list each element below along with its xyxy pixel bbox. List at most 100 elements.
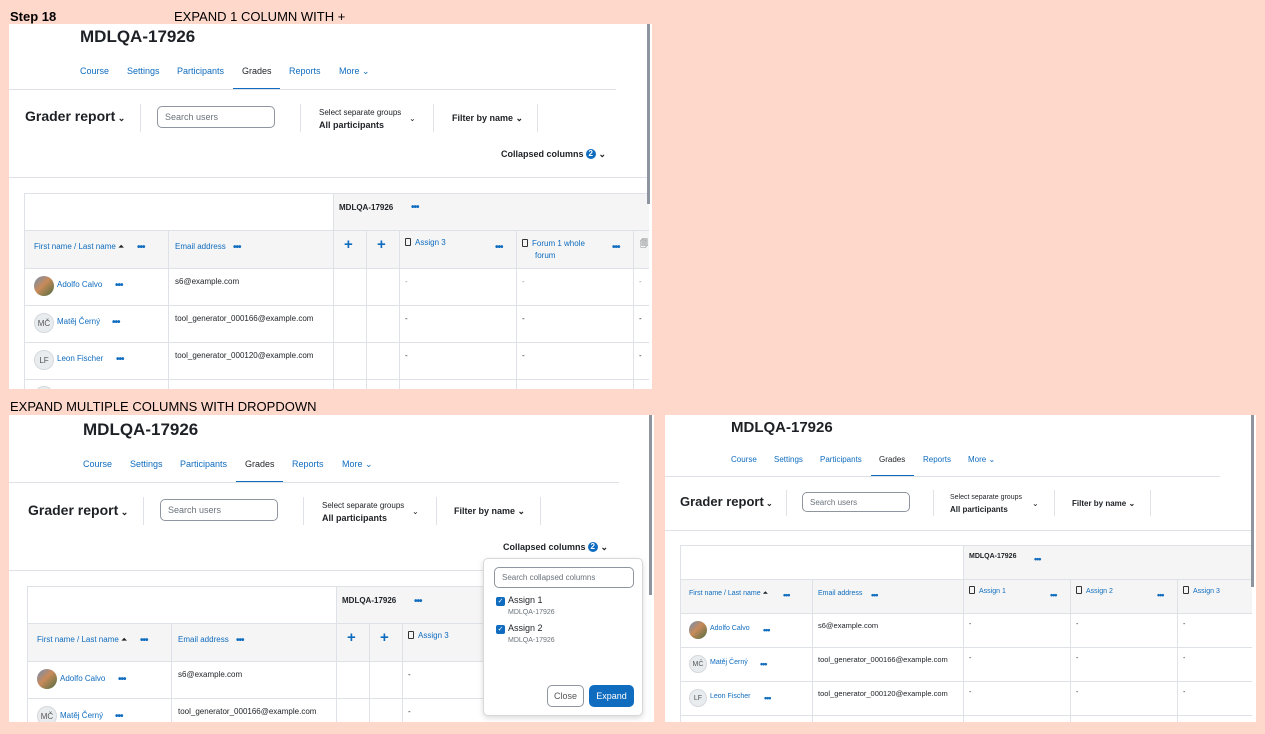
email-column-actions-icon[interactable]: ••• (233, 242, 241, 253)
search-users-input[interactable]: Search users (802, 492, 910, 512)
assign2-actions-icon[interactable]: ••• (1157, 590, 1165, 600)
name-column-actions-icon[interactable]: ••• (137, 242, 145, 253)
assign3-column-header[interactable]: Assign 3 (1183, 586, 1220, 595)
avatar[interactable] (34, 276, 54, 296)
grade-cell[interactable]: - (408, 707, 411, 716)
forum-actions-icon[interactable]: ••• (612, 242, 620, 253)
row-actions-icon[interactable]: ••• (115, 711, 123, 722)
nav-course[interactable]: Course (83, 459, 112, 469)
name-column-actions-icon[interactable]: ••• (140, 635, 148, 646)
report-selector[interactable]: Grader report ⌄ (680, 494, 773, 509)
expand-column-plus-icon[interactable]: + (344, 236, 353, 253)
search-users-input[interactable]: Search users (157, 106, 275, 128)
nav-grades[interactable]: Grades (245, 459, 275, 469)
search-users-input[interactable]: Search users (160, 499, 278, 521)
search-collapsed-columns-input[interactable]: Search collapsed columns (494, 567, 634, 588)
grade-cell[interactable]: - (1183, 655, 1185, 662)
grade-cell[interactable]: - (1076, 655, 1078, 662)
filter-by-name[interactable]: Filter by name ⌄ (452, 113, 523, 124)
expand-button[interactable]: Expand (589, 685, 634, 707)
nav-participants[interactable]: Participants (820, 455, 862, 464)
grade-cell[interactable]: - (1076, 689, 1078, 696)
nav-reports[interactable]: Reports (923, 455, 951, 464)
row-actions-icon[interactable]: ••• (118, 674, 126, 685)
row-actions-icon[interactable]: ••• (116, 354, 124, 365)
student-name-link[interactable]: Matěj Černý (60, 711, 103, 720)
email-column-actions-icon[interactable]: ••• (871, 590, 879, 600)
name-column-header[interactable]: First name / Last name ⏶ (689, 590, 768, 598)
avatar[interactable]: LF (689, 689, 707, 707)
name-column-actions-icon[interactable]: ••• (783, 590, 791, 600)
category-actions-icon[interactable]: ••• (411, 202, 419, 213)
grade-cell[interactable]: - (1076, 621, 1078, 628)
name-column-header[interactable]: First name / Last name ⏶ (34, 242, 124, 252)
nav-reports[interactable]: Reports (292, 459, 324, 469)
collapsed-columns-toggle[interactable]: Collapsed columns 2 ⌄ (501, 149, 606, 160)
student-name-link[interactable]: Adolfo Calvo (710, 625, 750, 632)
collapsed-columns-toggle[interactable]: Collapsed columns 2 ⌄ (503, 542, 608, 553)
assign2-checkbox[interactable]: ✓ (496, 625, 505, 634)
filter-by-name[interactable]: Filter by name ⌄ (454, 506, 525, 517)
avatar[interactable]: MČ (34, 313, 54, 333)
grade-cell[interactable]: - (1183, 621, 1185, 628)
chevron-down-icon[interactable]: ⌄ (409, 114, 416, 123)
grade-cell[interactable]: - (522, 351, 525, 360)
assign2-option-label[interactable]: Assign 2 (508, 623, 543, 633)
vertical-scrollbar[interactable] (647, 24, 650, 204)
avatar[interactable]: LF (34, 350, 54, 370)
email-column-header[interactable]: Email address (175, 242, 226, 251)
student-name-link[interactable]: Leon Fischer (57, 354, 103, 363)
nav-course[interactable]: Course (80, 66, 109, 76)
expand-column-plus-icon[interactable]: + (380, 629, 389, 646)
assign2-column-header[interactable]: Assign 2 (1076, 586, 1113, 595)
student-name-link[interactable]: Adolfo Calvo (57, 280, 102, 289)
nav-participants[interactable]: Participants (180, 459, 227, 469)
forum-column-header[interactable]: Forum 1 whole forum (522, 238, 585, 262)
category-actions-icon[interactable]: ••• (414, 596, 422, 607)
expand-column-plus-icon[interactable]: + (377, 236, 386, 253)
student-name-link[interactable]: Matěj Černý (57, 317, 100, 326)
grade-cell[interactable]: - (408, 670, 411, 679)
chevron-down-icon[interactable]: ⌄ (412, 507, 419, 516)
assign3-column-header[interactable]: Assign 3 (405, 238, 446, 247)
chevron-down-icon[interactable]: ⌄ (1032, 499, 1039, 508)
nav-settings[interactable]: Settings (127, 66, 160, 76)
student-name-link[interactable]: Matěj Černý (710, 659, 748, 666)
assign1-checkbox[interactable]: ✓ (496, 597, 505, 606)
grade-cell[interactable]: - (639, 314, 642, 323)
avatar[interactable]: MČ (37, 706, 57, 722)
grade-cell[interactable]: - (969, 621, 971, 628)
email-column-header[interactable]: Email address (178, 635, 229, 644)
row-actions-icon[interactable]: ••• (115, 280, 123, 291)
avatar[interactable]: MČ (689, 655, 707, 673)
email-column-header[interactable]: Email address (818, 590, 862, 597)
nav-more[interactable]: More ⌄ (339, 66, 370, 77)
report-selector[interactable]: Grader report ⌄ (25, 108, 125, 124)
expand-column-plus-icon[interactable]: + (347, 629, 356, 646)
grade-cell[interactable]: - (1183, 689, 1185, 696)
avatar[interactable] (37, 669, 57, 689)
category-actions-icon[interactable]: ••• (1034, 554, 1042, 564)
groups-selector[interactable]: All participants (319, 120, 384, 130)
assign1-column-header[interactable]: Assign 1 (969, 586, 1006, 595)
grade-cell[interactable]: - (405, 277, 408, 286)
grade-cell[interactable]: - (522, 277, 525, 286)
assign3-column-header[interactable]: Assign 3 (408, 631, 449, 640)
nav-settings[interactable]: Settings (774, 455, 803, 464)
student-name-link[interactable]: Adolfo Calvo (60, 674, 105, 683)
groups-selector[interactable]: All participants (950, 505, 1008, 514)
grade-cell[interactable]: - (969, 689, 971, 696)
groups-selector[interactable]: All participants (322, 513, 387, 523)
email-column-actions-icon[interactable]: ••• (236, 635, 244, 646)
nav-participants[interactable]: Participants (177, 66, 224, 76)
row-actions-icon[interactable]: ••• (763, 625, 771, 635)
nav-more[interactable]: More ⌄ (342, 459, 373, 470)
student-name-link[interactable]: Leon Fischer (710, 693, 750, 700)
nav-settings[interactable]: Settings (130, 459, 163, 469)
nav-reports[interactable]: Reports (289, 66, 321, 76)
nav-course[interactable]: Course (731, 455, 757, 464)
row-actions-icon[interactable]: ••• (112, 317, 120, 328)
grade-cell[interactable]: - (639, 277, 642, 286)
avatar[interactable] (689, 621, 707, 639)
vertical-scrollbar[interactable] (1251, 415, 1254, 587)
